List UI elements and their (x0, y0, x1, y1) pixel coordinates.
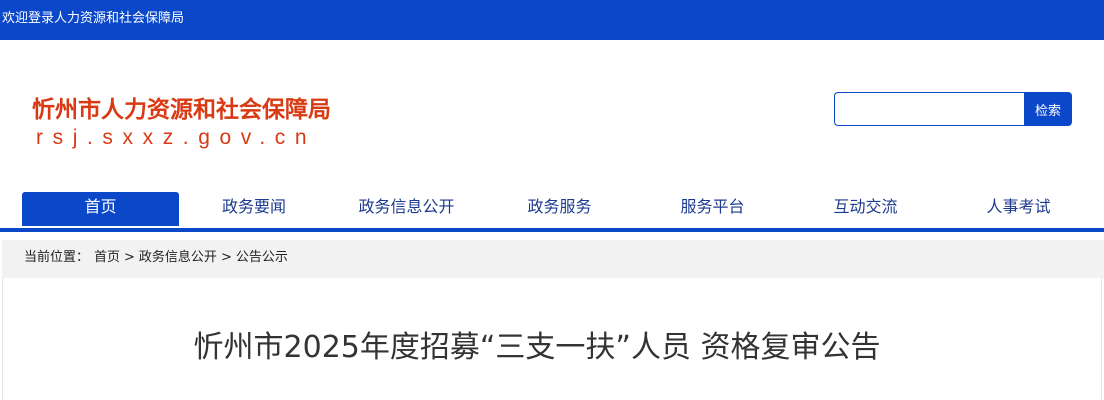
top-welcome-bar: 欢迎登录人力资源和社会保障局 (0, 0, 1104, 40)
nav-item-news[interactable]: 政务要闻 (178, 192, 330, 226)
nav-item-service-platform[interactable]: 服务平台 (636, 192, 789, 226)
search-button[interactable]: 检索 (1024, 92, 1072, 126)
nav-item-gov-service[interactable]: 政务服务 (483, 192, 636, 226)
breadcrumb-item-gov-info[interactable]: 政务信息公开 (139, 250, 217, 265)
breadcrumb-item-home[interactable]: 首页 (94, 250, 120, 265)
site-logo-domain: rsj.sxxz.gov.cn (36, 126, 317, 149)
breadcrumb-separator: > (220, 250, 232, 265)
search-input[interactable] (834, 92, 1025, 126)
nav-item-exam[interactable]: 人事考试 (942, 192, 1095, 226)
breadcrumb-label: 当前位置： (24, 250, 90, 265)
nav-item-interaction[interactable]: 互动交流 (789, 192, 942, 226)
welcome-text: 欢迎登录人力资源和社会保障局 (2, 11, 185, 26)
article-title: 忻州市2025年度招募“三支一扶”人员 资格复审公告 (193, 330, 881, 365)
main-nav: 首页 政务要闻 政务信息公开 政务服务 服务平台 互动交流 人事考试 (0, 192, 1104, 226)
site-logo-title[interactable]: 忻州市人力资源和社会保障局 (32, 90, 331, 124)
breadcrumb-separator: > (124, 250, 135, 265)
nav-underline (0, 228, 1104, 232)
breadcrumb-item-notice[interactable]: 公告公示 (236, 250, 288, 265)
breadcrumb-trail: 首页 > 政务信息公开 > 公告公示 (94, 240, 288, 276)
breadcrumb: 当前位置： 首页 > 政务信息公开 > 公告公示 (2, 240, 1104, 278)
nav-item-gov-info[interactable]: 政务信息公开 (330, 192, 483, 226)
nav-item-home[interactable]: 首页 (22, 192, 179, 226)
